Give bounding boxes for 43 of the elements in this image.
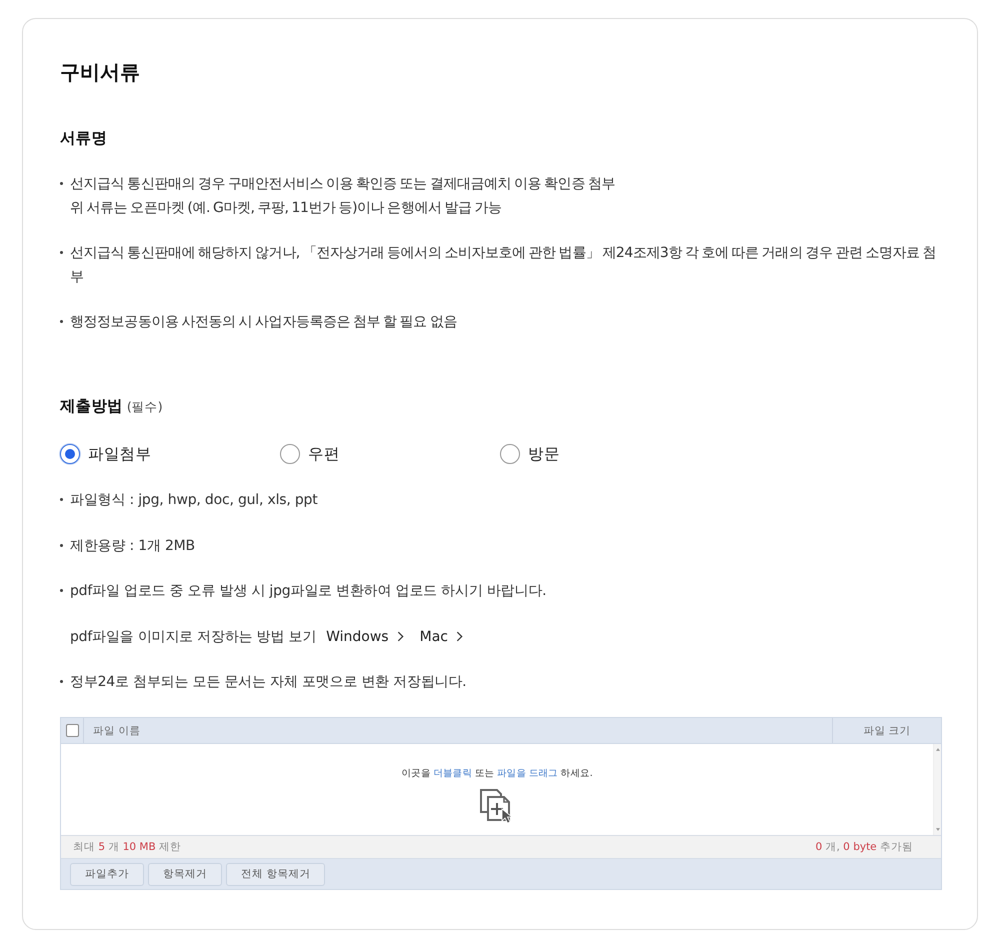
guide-link[interactable]: Mac [420, 624, 463, 648]
list-text: pdf파일 업로드 중 오류 발생 시 jpg파일로 변환하여 업로드 하시기 바랍니다. [70, 582, 546, 601]
bullet-icon [60, 251, 63, 254]
guide-text: pdf파일을 이미지로 저장하는 방법 보기 [70, 628, 316, 646]
chevron-right-icon [456, 631, 463, 642]
scroll-down-icon[interactable] [936, 828, 940, 831]
section-title: 구비서류 [60, 59, 141, 86]
upload-action-button[interactable]: 전체 항목제거 [226, 862, 326, 886]
list-text: 선지급식 통신판매에 해당하지 않거나, 「전자상거래 등에서의 소비자보호에 관한 법률」 제24조제3항 각 호에 따른 거래의 경우 관련 소명자료 첨부 [70, 244, 938, 287]
radio-button[interactable] [500, 444, 520, 464]
guide-link[interactable]: Windows [326, 624, 404, 648]
list-text: 정부24로 첨부되는 모든 문서는 자체 포맷으로 변환 저장됩니다. [70, 673, 466, 692]
list-text: 제한용량 : 1개 2MB [70, 536, 195, 556]
list-text: 선지급식 통신판매의 경우 구매안전서비스 이용 확인증 또는 결제대금예치 이용 확인증 첨부 [70, 175, 615, 194]
column-header: 파일 크기 [863, 724, 911, 738]
upload-limit-text: 최대 5 개 10 MB 제한 [73, 840, 182, 854]
upload-action-button[interactable]: 파일추가 [70, 862, 144, 886]
file-drop-area[interactable]: 이곳을 더블클릭 또는 파일을 드래그 하세요. [61, 744, 941, 836]
list-text: 위 서류는 오픈마켓 (예. G마켓, 쿠팡, 11번가 등)이나 은행에서 발급 가능 [70, 199, 503, 218]
bullet-icon [60, 589, 63, 592]
required-note: (필수) [126, 398, 163, 416]
drop-hint-text: 이곳을 더블클릭 또는 파일을 드래그 하세요. [401, 767, 592, 781]
bullet-icon [60, 544, 63, 546]
bullet-icon [60, 498, 63, 501]
bullet-icon [60, 182, 63, 185]
radio-button[interactable] [280, 444, 300, 464]
section-heading: 제출방법 [60, 396, 123, 417]
bullet-icon [60, 680, 63, 683]
chevron-right-icon [396, 631, 404, 642]
upload-total-text: 0 개, 0 byte 추가됨 [815, 840, 913, 854]
section-heading: 서류명 [60, 128, 108, 149]
radio-label[interactable]: 파일첨부 [88, 444, 152, 464]
list-text: 파일형식 : jpg, hwp, doc, gul, xls, ppt [70, 491, 318, 510]
bullet-icon [60, 320, 63, 323]
select-all-checkbox[interactable] [66, 724, 78, 737]
radio-button[interactable] [60, 444, 80, 464]
scrollbar[interactable] [933, 744, 941, 835]
radio-label[interactable]: 방문 [528, 444, 560, 464]
upload-action-button[interactable]: 항목제거 [148, 862, 222, 886]
radio-label[interactable]: 우편 [308, 444, 340, 464]
scroll-up-icon[interactable] [936, 748, 940, 751]
list-text: 행정정보공동이용 사전동의 시 사업자등록증은 첨부 할 필요 없음 [70, 313, 457, 332]
column-header: 파일 이름 [93, 724, 140, 738]
